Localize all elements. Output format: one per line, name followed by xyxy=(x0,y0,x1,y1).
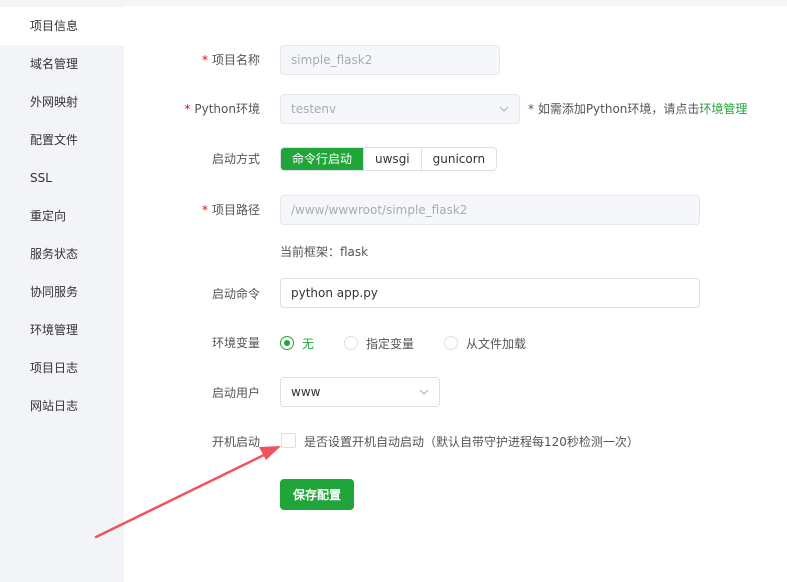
boot-start-checkbox[interactable] xyxy=(281,433,296,448)
sidebar-item-config-file[interactable]: 配置文件 xyxy=(0,121,124,159)
python-env-label: * Python环境 xyxy=(184,102,260,116)
sidebar-item-project-info[interactable]: 项目信息 xyxy=(0,7,124,45)
sidebar-item-ssl[interactable]: SSL xyxy=(0,159,124,197)
python-env-hint: * 如需添加Python环境，请点击环境管理 xyxy=(528,102,748,116)
python-env-select[interactable]: testenv xyxy=(280,94,520,124)
required-mark: * xyxy=(201,53,208,67)
env-vars-file-radio[interactable]: 从文件加载 xyxy=(444,335,526,351)
start-user-value: www xyxy=(291,385,321,399)
start-mode-segmented: 命令行启动 uwsgi gunicorn xyxy=(280,147,498,171)
project-name-label: * 项目名称 xyxy=(201,53,260,67)
start-mode-label: 启动方式 xyxy=(211,152,260,166)
sidebar-item-project-log[interactable]: 项目日志 xyxy=(0,349,124,387)
radio-dot xyxy=(444,336,458,350)
start-mode-cli-button[interactable]: 命令行启动 xyxy=(281,148,364,170)
sidebar-item-domain[interactable]: 域名管理 xyxy=(0,45,124,83)
sidebar-item-cooperative-service[interactable]: 协同服务 xyxy=(0,273,124,311)
project-name-input[interactable]: simple_flask2 xyxy=(280,45,500,75)
sidebar: 项目信息 域名管理 外网映射 配置文件 SSL 重定向 服务状态 协同服务 环境… xyxy=(0,6,124,582)
python-env-value: testenv xyxy=(291,102,337,116)
radio-dot xyxy=(280,336,294,350)
start-user-select[interactable]: www xyxy=(280,377,440,407)
chevron-down-icon xyxy=(499,106,509,112)
start-mode-uwsgi-button[interactable]: uwsgi xyxy=(363,148,421,170)
project-path-input[interactable]: /www/wwwroot/simple_flask2 xyxy=(280,195,700,225)
start-mode-gunicorn-button[interactable]: gunicorn xyxy=(420,148,497,170)
env-vars-specify-radio[interactable]: 指定变量 xyxy=(344,335,414,351)
start-command-label: 启动命令 xyxy=(211,287,260,301)
radio-dot xyxy=(344,336,358,350)
save-config-button[interactable]: 保存配置 xyxy=(280,479,354,510)
chevron-down-icon xyxy=(419,389,429,395)
boot-start-description: 是否设置开机自动启动（默认自带守护进程每120秒检测一次） xyxy=(304,435,639,449)
sidebar-item-env-management[interactable]: 环境管理 xyxy=(0,311,124,349)
project-path-label: * 项目路径 xyxy=(201,203,260,217)
boot-start-label: 开机启动 xyxy=(211,435,260,449)
sidebar-item-port-mapping[interactable]: 外网映射 xyxy=(0,83,124,121)
framework-note: 当前框架：flask xyxy=(280,245,369,259)
sidebar-item-site-log[interactable]: 网站日志 xyxy=(0,387,124,425)
env-vars-none-radio[interactable]: 无 xyxy=(280,335,314,351)
env-management-link[interactable]: 环境管理 xyxy=(699,102,747,116)
sidebar-item-redirect[interactable]: 重定向 xyxy=(0,197,124,235)
start-user-label: 启动用户 xyxy=(211,386,260,400)
start-command-input[interactable]: python app.py xyxy=(280,278,700,308)
required-mark: * xyxy=(201,203,208,217)
sidebar-item-service-status[interactable]: 服务状态 xyxy=(0,235,124,273)
env-vars-label: 环境变量 xyxy=(211,336,260,350)
required-mark: * xyxy=(184,102,191,116)
